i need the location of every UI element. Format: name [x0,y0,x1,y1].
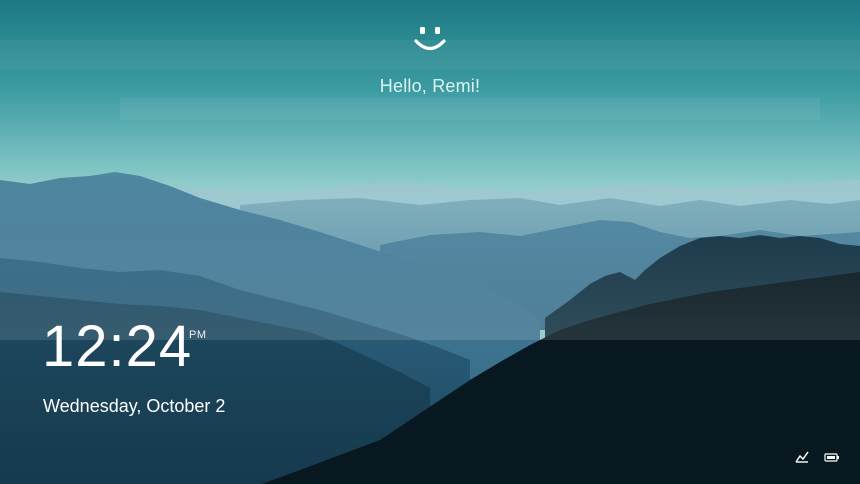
ampm-indicator: PM [189,329,207,341]
lockscreen-clock: 12:24 [42,314,193,379]
smiley-face-icon [414,27,446,51]
greeting-text: Hello, Remi! [379,76,481,96]
network-icon[interactable] [794,450,810,464]
battery-icon[interactable] [824,450,840,464]
lockscreen-date: Wednesday, October 2 [43,396,226,416]
